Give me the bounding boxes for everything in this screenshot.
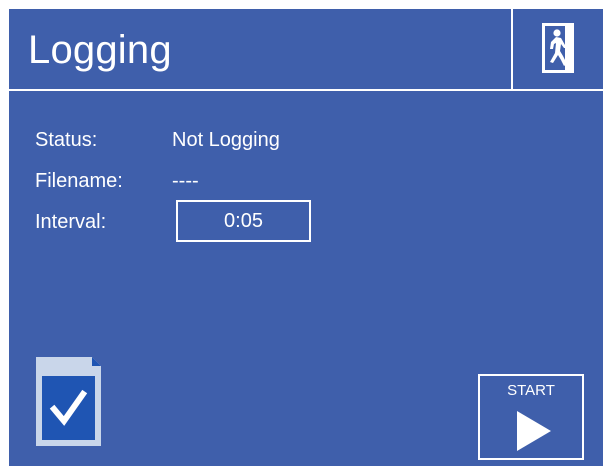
play-icon <box>517 411 551 451</box>
interval-input[interactable]: 0:05 <box>176 200 311 242</box>
status-label: Status: <box>35 129 98 151</box>
exit-button[interactable] <box>513 9 603 89</box>
start-label: START <box>507 382 555 399</box>
page-title: Logging <box>28 28 172 72</box>
interval-label: Interval: <box>35 211 107 233</box>
status-value: Not Logging <box>172 129 280 151</box>
exit-running-man-icon <box>542 23 574 73</box>
interval-value: 0:05 <box>224 209 263 232</box>
sd-card-check-icon <box>36 357 101 446</box>
sd-card-status[interactable] <box>36 357 101 446</box>
start-button[interactable]: START <box>478 374 584 460</box>
logging-screen: Logging Status: Not Logging Filename: --… <box>9 9 603 466</box>
header-bar: Logging <box>9 9 603 91</box>
filename-value: ---- <box>172 170 199 192</box>
filename-label: Filename: <box>35 170 123 192</box>
